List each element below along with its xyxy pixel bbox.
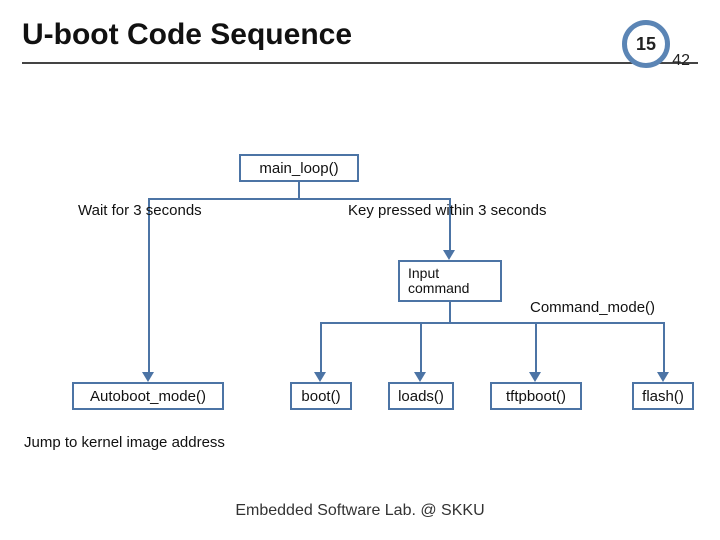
node-input-command: Input command xyxy=(398,260,502,302)
node-boot: boot() xyxy=(290,382,352,410)
label-command-mode: Command_mode() xyxy=(530,299,655,316)
page-title: U-boot Code Sequence xyxy=(22,18,698,52)
connector-line xyxy=(148,198,150,374)
connector-line xyxy=(320,322,665,324)
connector-line xyxy=(535,322,537,374)
connector-line xyxy=(148,198,451,200)
arrow-icon xyxy=(314,372,326,382)
arrow-icon xyxy=(414,372,426,382)
arrow-icon xyxy=(657,372,669,382)
connector-line xyxy=(420,322,422,374)
node-autoboot-mode: Autoboot_mode() xyxy=(72,382,224,410)
label-jump: Jump to kernel image address xyxy=(24,434,225,451)
diagram-stage: main_loop() Wait for 3 seconds Key press… xyxy=(0,64,720,494)
slide-header: U-boot Code Sequence 15 42 xyxy=(0,0,720,64)
arrow-icon xyxy=(142,372,154,382)
connector-line xyxy=(663,322,665,374)
label-keypress: Key pressed within 3 seconds xyxy=(348,202,546,219)
connector-line xyxy=(320,322,322,374)
node-loads: loads() xyxy=(388,382,454,410)
arrow-icon xyxy=(529,372,541,382)
label-wait: Wait for 3 seconds xyxy=(78,202,202,219)
node-flash: flash() xyxy=(632,382,694,410)
connector-line xyxy=(449,302,451,324)
arrow-icon xyxy=(443,250,455,260)
node-tftpboot: tftpboot() xyxy=(490,382,582,410)
node-main-loop: main_loop() xyxy=(239,154,359,182)
slide-footer: Embedded Software Lab. @ SKKU xyxy=(0,502,720,520)
page-number-badge: 15 xyxy=(622,20,670,68)
